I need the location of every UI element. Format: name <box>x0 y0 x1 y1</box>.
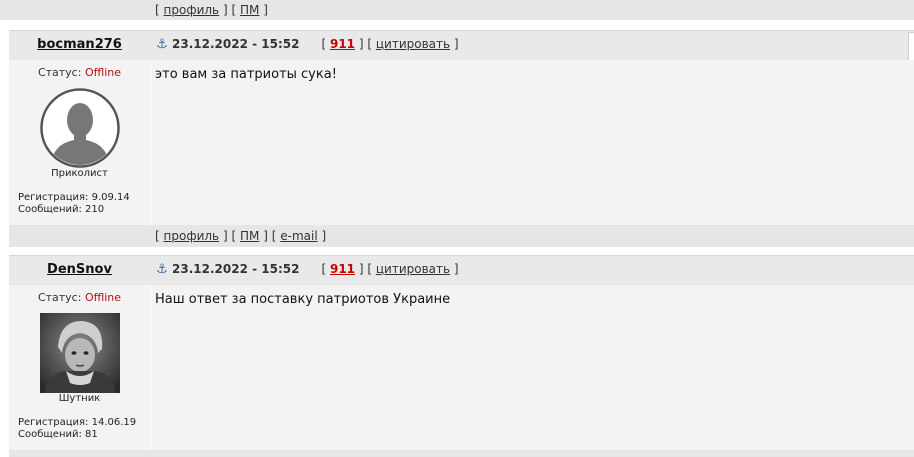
status-label: Статус: <box>37 291 82 304</box>
post-meta: ⚓ 23.12.2022 - 15:52[ 911 ] [ цитировать … <box>155 262 459 277</box>
bracket: ] <box>222 3 228 17</box>
quote-link[interactable]: цитировать <box>376 262 450 276</box>
post-meta: ⚓ 23.12.2022 - 15:52[ 911 ] [ цитировать … <box>155 37 459 52</box>
user-status: Статус: Offline <box>9 66 150 79</box>
bracket: [ <box>271 229 277 243</box>
user-info-panel: Статус: Offline Приколист Регистрация: 9… <box>9 60 150 225</box>
user-stats: Регистрация: 14.06.19 Сообщений: 81 <box>18 417 136 441</box>
anchor-icon[interactable]: ⚓ <box>155 262 169 277</box>
bracket: ] <box>263 229 268 243</box>
user-status: Статус: Offline <box>9 291 150 304</box>
pm-link[interactable]: ПМ <box>240 3 259 17</box>
profile-link[interactable]: профиль <box>164 3 220 17</box>
bracket: ] <box>453 37 459 51</box>
message-panel: это вам за патриоты сука! <box>151 60 914 225</box>
bracket: [ <box>231 229 237 243</box>
status-label: Статус: <box>37 66 82 79</box>
bracket: ] <box>358 262 364 276</box>
scroll-edge <box>908 32 914 60</box>
pm-link[interactable]: ПМ <box>240 229 259 243</box>
bracket: [ <box>321 37 327 51</box>
default-avatar-icon[interactable] <box>40 88 120 168</box>
message-text: Наш ответ за поставку патриотов Украине <box>155 292 451 307</box>
status-value: Offline <box>84 291 122 304</box>
bracket: ] <box>453 262 459 276</box>
post-footer-bar: [ профиль ] [ ПМ ] <box>0 0 914 20</box>
bracket: [ <box>231 3 237 17</box>
bracket: ] <box>321 229 327 243</box>
anchor-icon[interactable]: ⚓ <box>155 37 169 52</box>
registration-date: Регистрация: 9.09.14 <box>18 192 130 203</box>
profile-link[interactable]: профиль <box>164 229 220 243</box>
bracket: [ <box>321 262 327 276</box>
registration-date: Регистрация: 14.06.19 <box>18 417 137 428</box>
status-value: Offline <box>84 66 122 79</box>
post-number-link[interactable]: 911 <box>330 37 355 51</box>
bracket: ] <box>222 229 228 243</box>
post-footer-links: [ профиль ] [ ПМ ] <box>155 3 268 17</box>
page-margin <box>0 20 9 457</box>
bracket: [ <box>367 262 373 276</box>
message-text: это вам за патриоты сука! <box>155 67 337 82</box>
bracket: [ <box>155 3 160 17</box>
post-header: bocman276 ⚓ 23.12.2022 - 15:52 [ 911 ] [ ц… <box>9 30 914 60</box>
email-link[interactable]: e-mail <box>280 229 317 243</box>
bracket: [ <box>155 229 160 243</box>
post-header: DenSnov ⚓ 23.12.2022 - 15:52 [ 911 ] [ цит… <box>9 255 914 285</box>
user-rank: Шутник <box>58 393 101 404</box>
message-panel: Наш ответ за поставку патриотов Украине <box>151 285 914 450</box>
quote-link[interactable]: цитировать <box>376 37 450 51</box>
user-info-panel: Статус: Offline Шутник Регистрация: 14.0… <box>9 285 150 450</box>
post-footer-links: [ профиль ] [ ПМ ] [ e-mail ] <box>155 229 326 243</box>
message-count: Сообщений: 210 <box>18 204 105 215</box>
post-footer-bar <box>0 450 914 457</box>
post-number-link[interactable]: 911 <box>330 262 355 276</box>
post-footer-bar: [ профиль ] [ ПМ ] [ e-mail ] <box>0 225 914 247</box>
username-link[interactable]: bocman276 <box>9 37 150 52</box>
bracket: ] <box>358 37 364 51</box>
photo-avatar[interactable] <box>40 313 120 393</box>
username-link[interactable]: DenSnov <box>9 262 150 277</box>
post-date: 23.12.2022 - 15:52 <box>172 262 300 276</box>
user-rank: Приколист <box>51 168 108 179</box>
user-stats: Регистрация: 9.09.14 Сообщений: 210 <box>18 192 130 216</box>
bracket: ] <box>263 3 268 17</box>
message-count: Сообщений: 81 <box>18 429 98 440</box>
post-date: 23.12.2022 - 15:52 <box>172 37 300 51</box>
bracket: [ <box>367 37 373 51</box>
